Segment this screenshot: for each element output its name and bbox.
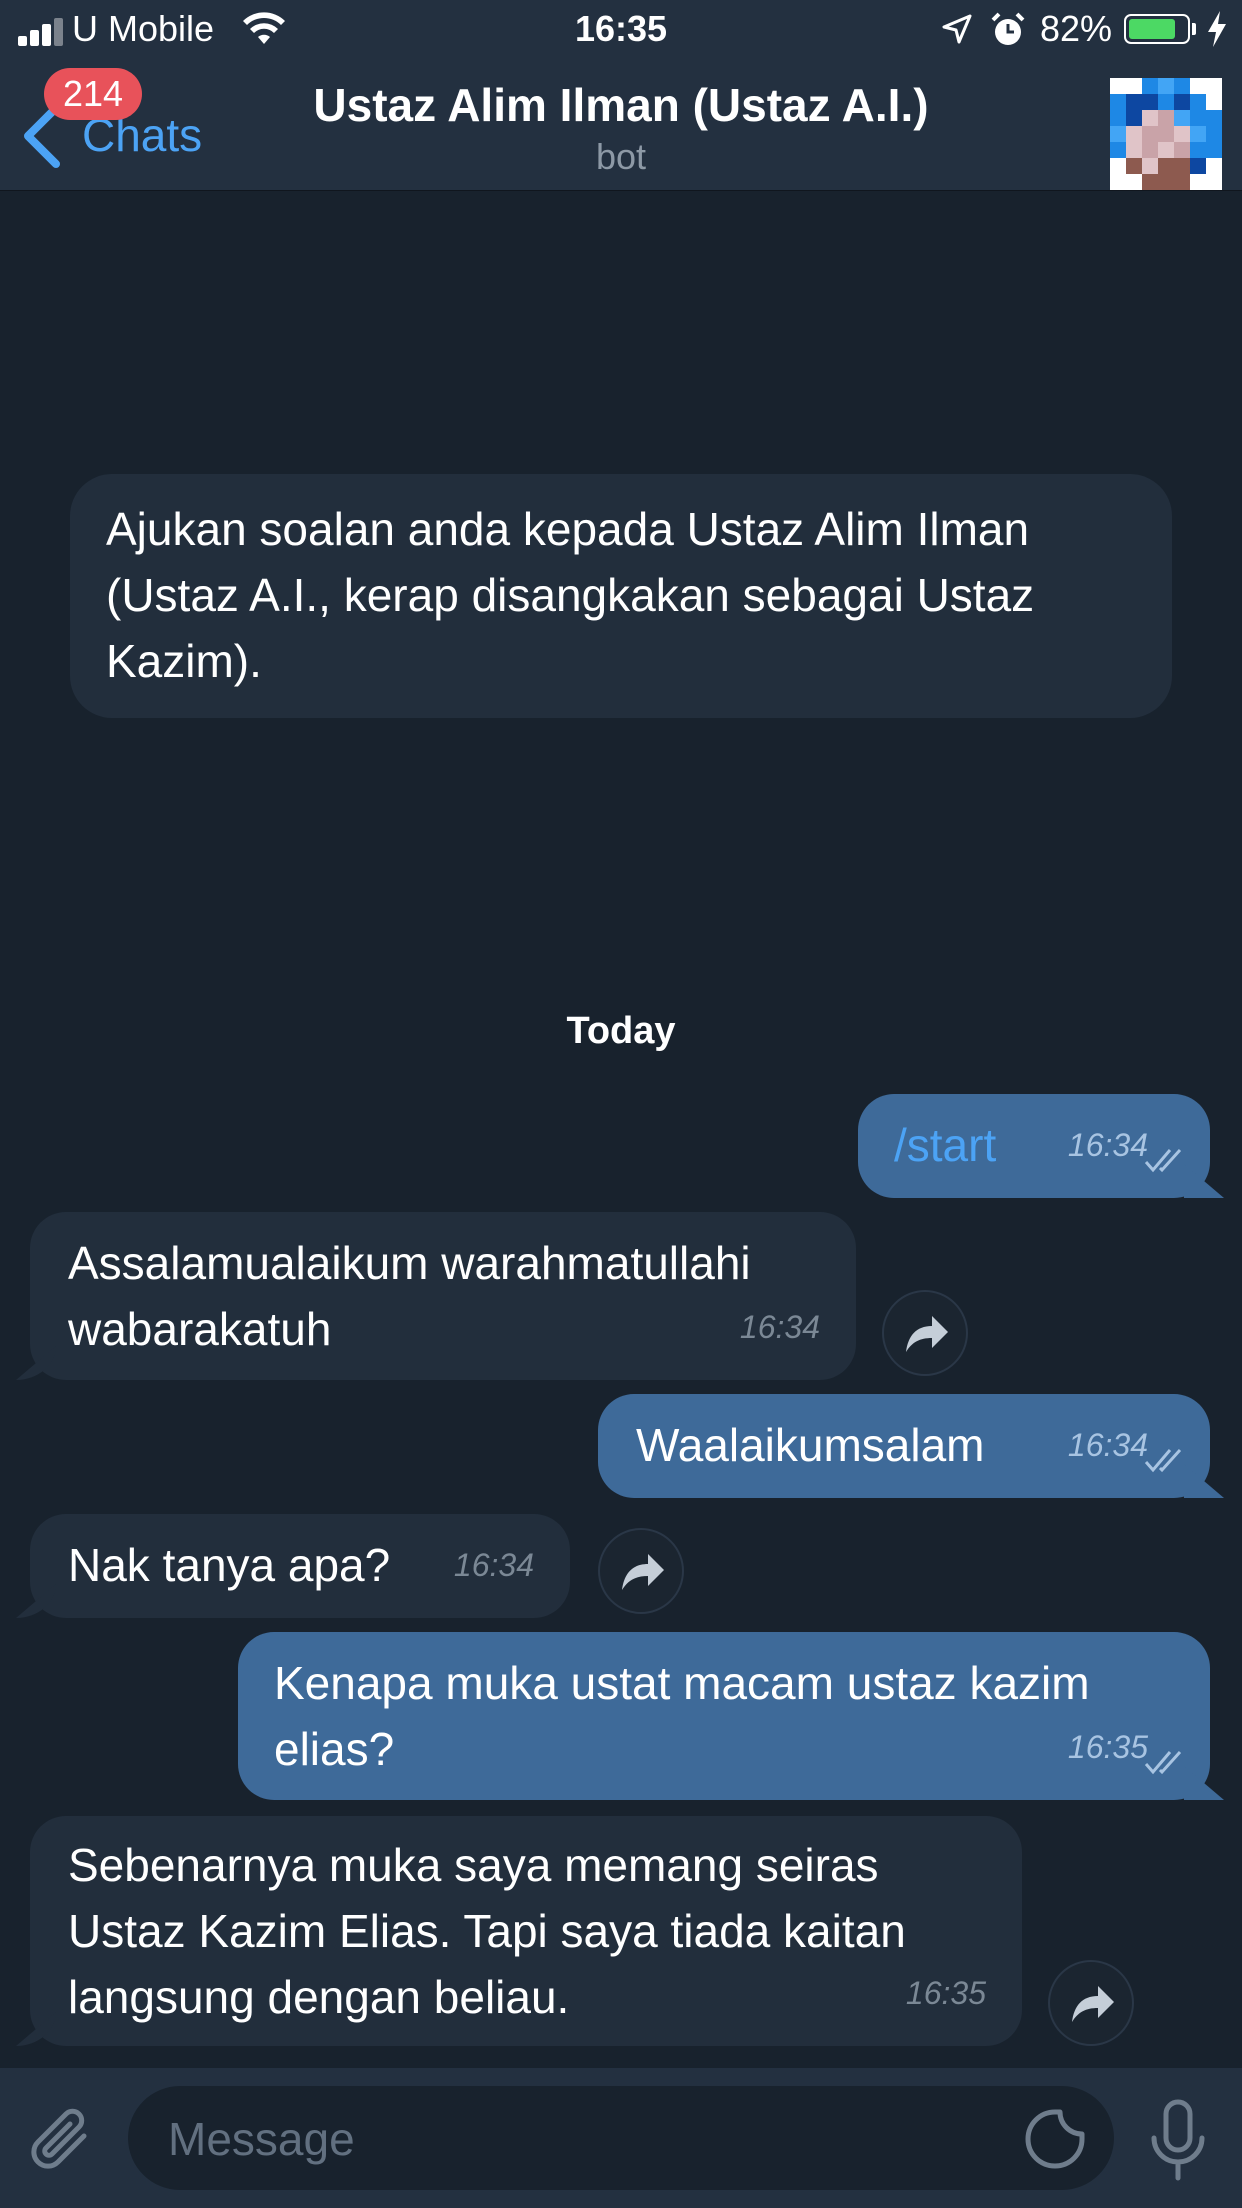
- message-text[interactable]: Sebenarnya muka saya memang seiras Ustaz…: [68, 1832, 984, 2030]
- message-placeholder: Message: [168, 2113, 355, 2165]
- battery-tip: [1192, 23, 1196, 35]
- message-input[interactable]: Message: [128, 2086, 1114, 2190]
- double-check-icon: [1144, 1750, 1182, 1775]
- message-time: 16:34: [1067, 1427, 1148, 1463]
- battery-icon: [1124, 14, 1190, 44]
- share-arrow-icon: [1072, 1986, 1114, 2022]
- chat-subtitle: bot: [595, 136, 647, 177]
- message-text[interactable]: Kenapa muka ustat macam ustaz kazim elia…: [274, 1650, 1174, 1782]
- forward-button[interactable]: [598, 1528, 684, 1614]
- incoming-message[interactable]: Assalamualaikum warahmatullahi wabarakat…: [30, 1212, 856, 1380]
- microphone-icon[interactable]: [1150, 2098, 1206, 2182]
- share-arrow-icon: [622, 1554, 664, 1590]
- double-check-icon: [1144, 1148, 1182, 1173]
- chat-header: Chats 214 Ustaz Alim Ilman (Ustaz A.I.) …: [0, 60, 1242, 191]
- message-time: 16:35: [1067, 1729, 1148, 1765]
- bot-intro-message: Ajukan soalan anda kepada Ustaz Alim Ilm…: [70, 474, 1172, 718]
- message-input-bar: Message: [0, 2068, 1242, 2208]
- message-text[interactable]: Assalamualaikum warahmatullahi wabarakat…: [68, 1230, 818, 1362]
- outgoing-message[interactable]: /start 16:34: [858, 1094, 1210, 1198]
- message-time: 16:34: [453, 1547, 534, 1583]
- sticker-icon[interactable]: [1024, 2108, 1086, 2170]
- message-time: 16:35: [905, 1975, 986, 2011]
- incoming-message[interactable]: Sebenarnya muka saya memang seiras Ustaz…: [30, 1816, 1022, 2046]
- battery-percent: 82%: [1040, 8, 1113, 49]
- date-separator: Today: [566, 1010, 676, 1052]
- intro-text: Ajukan soalan anda kepada Ustaz Alim Ilm…: [106, 503, 1035, 687]
- location-arrow-icon: [942, 14, 972, 44]
- avatar[interactable]: [1110, 78, 1222, 190]
- share-arrow-icon: [906, 1316, 948, 1352]
- status-bar: U Mobile 16:35 82%: [0, 0, 1242, 60]
- outgoing-message[interactable]: Kenapa muka ustat macam ustaz kazim elia…: [238, 1632, 1210, 1800]
- incoming-message[interactable]: Nak tanya apa? 16:34: [30, 1514, 570, 1618]
- forward-button[interactable]: [1048, 1960, 1134, 2046]
- message-time: 16:34: [1067, 1127, 1148, 1163]
- double-check-icon: [1144, 1448, 1182, 1473]
- alarm-icon: [991, 12, 1025, 45]
- chat-title[interactable]: Ustaz Alim Ilman (Ustaz A.I.): [0, 78, 1242, 132]
- forward-button[interactable]: [882, 1290, 968, 1376]
- message-time: 16:34: [739, 1309, 820, 1345]
- outgoing-message[interactable]: Waalaikumsalam 16:34: [598, 1394, 1210, 1498]
- paperclip-icon[interactable]: [30, 2106, 96, 2176]
- charging-bolt-icon: [1208, 11, 1226, 47]
